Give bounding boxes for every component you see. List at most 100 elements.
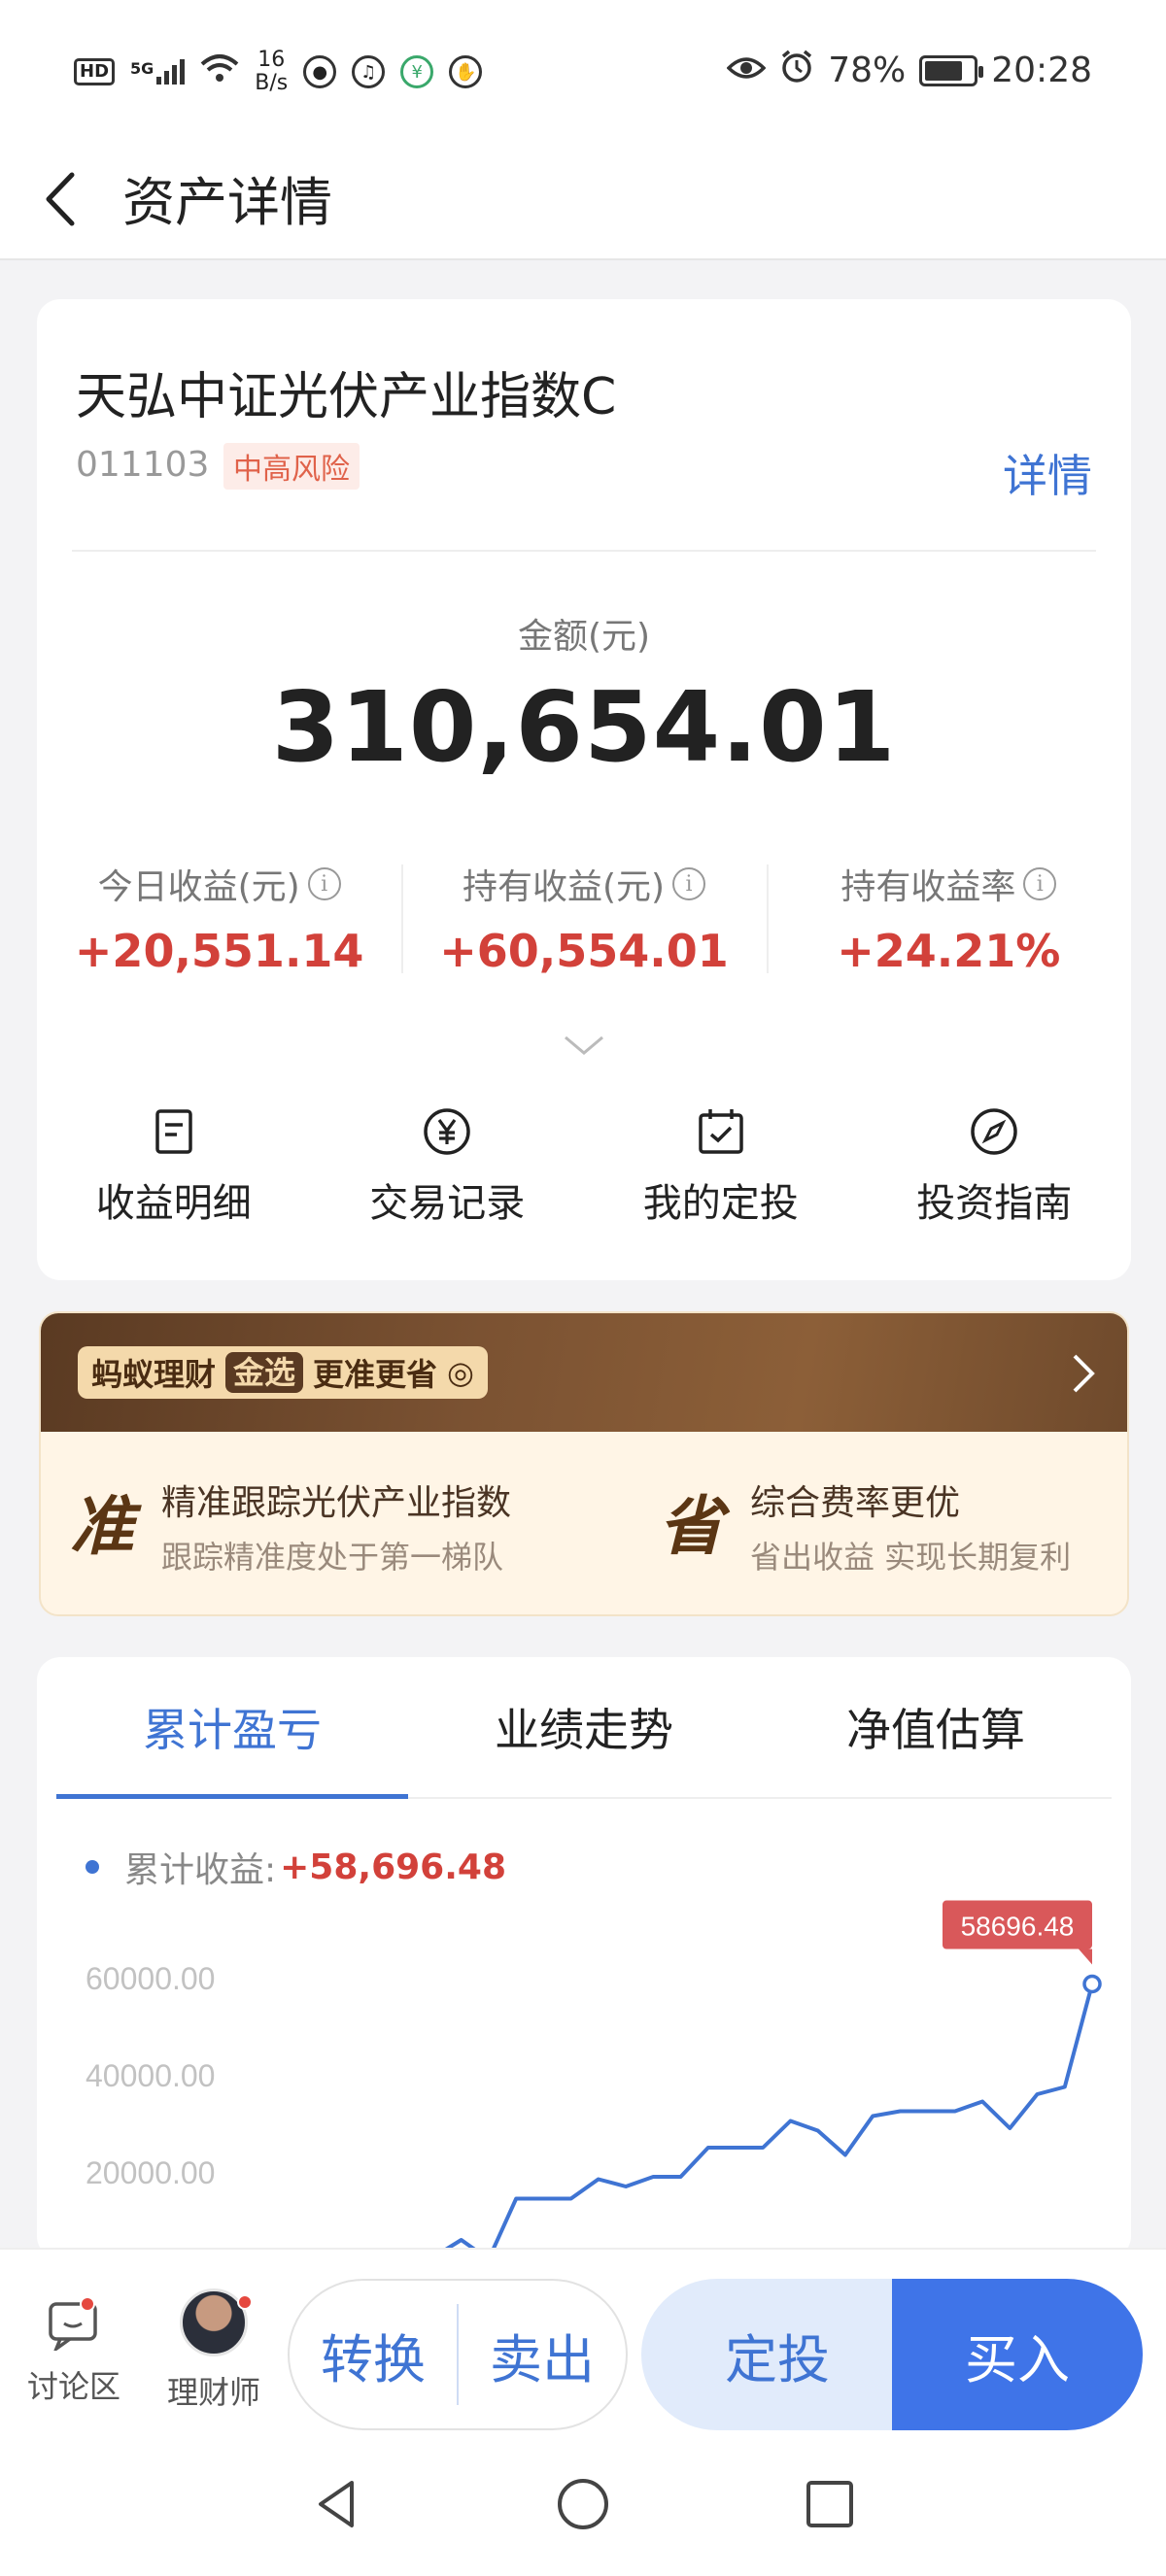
action-my-plan[interactable]: 我的定投: [584, 1105, 858, 1228]
document-icon: [155, 1109, 192, 1154]
stat-value: +60,554.01: [439, 925, 729, 977]
banner-slogan: 更准更省: [313, 1356, 438, 1393]
stat-label: 今日收益(元): [97, 867, 300, 907]
fund-card: 天弘中证光伏产业指数C 011103 中高风险 详情 金额(元) 310,654…: [37, 299, 1131, 1280]
sell-button[interactable]: 卖出: [459, 2317, 626, 2393]
advisor-label: 理财师: [167, 2374, 261, 2411]
speed-value: 16: [257, 48, 286, 72]
compass-icon: [971, 1108, 1017, 1155]
gold-tag: 金选: [225, 1352, 304, 1393]
info-icon[interactable]: i: [307, 867, 341, 900]
page-title: 资产详情: [122, 172, 332, 233]
wifi-icon: [200, 52, 239, 91]
tab-performance[interactable]: 业绩走势: [408, 1657, 760, 1797]
feature-title: 精准跟踪光伏产业指数: [161, 1483, 512, 1523]
legend-dot: [86, 1860, 99, 1874]
nav-recents-icon[interactable]: [801, 2475, 859, 2533]
battery-icon: [919, 54, 984, 86]
fund-code: 011103: [76, 445, 210, 485]
app-icon: ¥: [400, 55, 434, 88]
battery-fill: [925, 60, 962, 81]
system-nav-bar: [0, 2432, 1166, 2576]
convert-sell-group: 转换 卖出: [288, 2279, 628, 2430]
legend-label: 累计收益:: [124, 1850, 277, 1890]
speed-unit: B/s: [255, 71, 289, 95]
feature-title: 综合费率更优: [750, 1483, 961, 1523]
chart-tabs: 累计盈亏 业绩走势 净值估算: [56, 1657, 1112, 1799]
amount-value: 310,654.01: [271, 670, 897, 784]
feature-glyph: 省: [659, 1474, 737, 1568]
action-earnings-detail[interactable]: 收益明细: [37, 1105, 311, 1228]
action-label: 收益明细: [95, 1181, 252, 1226]
nav-home-icon[interactable]: [554, 2475, 612, 2533]
discuss-button[interactable]: 讨论区: [27, 2296, 121, 2407]
target-icon: ◎: [447, 1354, 474, 1391]
calendar-icon: [699, 1109, 743, 1154]
audio-icon: ♫: [352, 55, 386, 88]
amount-label: 金额(元): [517, 617, 651, 657]
status-left: HD 5G 16 B/s ● ♫ ¥ ✋: [74, 49, 483, 95]
stat-today: 今日收益(元) i +20,551.14: [37, 859, 401, 985]
risk-badge: 中高风险: [223, 443, 360, 490]
notification-badge: [237, 2294, 253, 2310]
action-transactions[interactable]: 交易记录: [311, 1105, 585, 1228]
signal-label: 5G: [130, 59, 154, 78]
page-header: 资产详情: [0, 146, 1166, 260]
wechat-icon: ●: [303, 55, 337, 88]
banner-pill: 蚂蚁理财 金选 更准更省 ◎: [78, 1346, 488, 1399]
action-label: 我的定投: [642, 1181, 799, 1226]
stat-value: +20,551.14: [74, 925, 364, 977]
series-line: [393, 1983, 1094, 2259]
earnings-stats: 今日收益(元) i +20,551.14 持有收益(元) i +60,554.01 …: [37, 859, 1131, 985]
status-bar: HD 5G 16 B/s ● ♫ ¥ ✋ 78% 20:28: [0, 0, 1166, 146]
feature-subtitle: 省出收益 实现长期复利: [750, 1539, 1072, 1576]
detail-link[interactable]: 详情: [1003, 441, 1092, 505]
last-point-marker: [1082, 1974, 1102, 1994]
hd-icon: HD: [74, 58, 116, 85]
convert-button[interactable]: 转换: [290, 2317, 457, 2393]
legend-value: +58,696.48: [280, 1847, 506, 1887]
feature-subtitle: 跟踪精准度处于第一梯队: [161, 1539, 504, 1576]
quick-actions: 收益明细 交易记录 我的定投 投资指南: [37, 1105, 1131, 1228]
info-icon[interactable]: i: [672, 867, 706, 900]
value-label-pointer: [1079, 1949, 1092, 1965]
chevron-down-icon[interactable]: [562, 1034, 606, 1057]
notification-badge: [80, 2296, 95, 2312]
battery-percent: 78%: [828, 51, 907, 90]
chevron-right-icon[interactable]: [1069, 1352, 1098, 1395]
network-speed: 16 B/s: [255, 49, 288, 95]
divider: [72, 550, 1096, 552]
fund-name: 天弘中证光伏产业指数C: [76, 368, 617, 426]
back-icon[interactable]: [35, 165, 93, 233]
banner-header: 蚂蚁理财 金选 更准更省 ◎: [41, 1313, 1127, 1432]
status-right: 78% 20:28: [726, 49, 1092, 92]
tab-nav-estimate[interactable]: 净值估算: [760, 1657, 1112, 1797]
advisor-button[interactable]: 理财师: [167, 2288, 260, 2413]
info-icon[interactable]: i: [1023, 867, 1057, 900]
feature-accurate: 准 精准跟踪光伏产业指数 跟踪精准度处于第一梯队: [70, 1474, 511, 1577]
action-label: 投资指南: [916, 1181, 1073, 1226]
value-label: 58696.48: [961, 1912, 1075, 1942]
feature-glyph: 准: [70, 1474, 148, 1568]
stat-label: 持有收益(元): [462, 867, 666, 907]
feature-save: 省 综合费率更优 省出收益 实现长期复利: [659, 1474, 1071, 1577]
buy-button[interactable]: 买入: [892, 2279, 1143, 2430]
stat-value: +24.21%: [837, 925, 1061, 977]
action-guide[interactable]: 投资指南: [858, 1105, 1132, 1228]
nav-back-icon[interactable]: [307, 2475, 365, 2533]
chart-legend: 累计收益: +58,696.48: [86, 1842, 506, 1892]
stat-holding: 持有收益(元) i +60,554.01: [401, 859, 766, 985]
alarm-icon: [779, 49, 814, 92]
tab-cumulative[interactable]: 累计盈亏: [56, 1657, 408, 1799]
stat-label: 持有收益率: [840, 867, 1016, 907]
chart-card: 60000.00 40000.00 20000.00 58696.48 累计盈亏 业绩…: [37, 1657, 1131, 2259]
clock-time: 20:28: [991, 51, 1092, 90]
auto-invest-button[interactable]: 定投: [641, 2279, 913, 2430]
hand-icon: ✋: [449, 55, 483, 88]
bottom-action-bar: 讨论区 理财师 转换 卖出 定投 买入: [0, 2248, 1166, 2432]
promo-banner[interactable]: 蚂蚁理财 金选 更准更省 ◎ 准 精准跟踪光伏产业指数 跟踪精准度处于第一梯队 …: [39, 1311, 1129, 1616]
signal-icon: 5G: [130, 59, 186, 85]
discuss-label: 讨论区: [27, 2368, 121, 2405]
banner-brand: 蚂蚁理财: [91, 1356, 217, 1393]
action-label: 交易记录: [369, 1181, 526, 1226]
